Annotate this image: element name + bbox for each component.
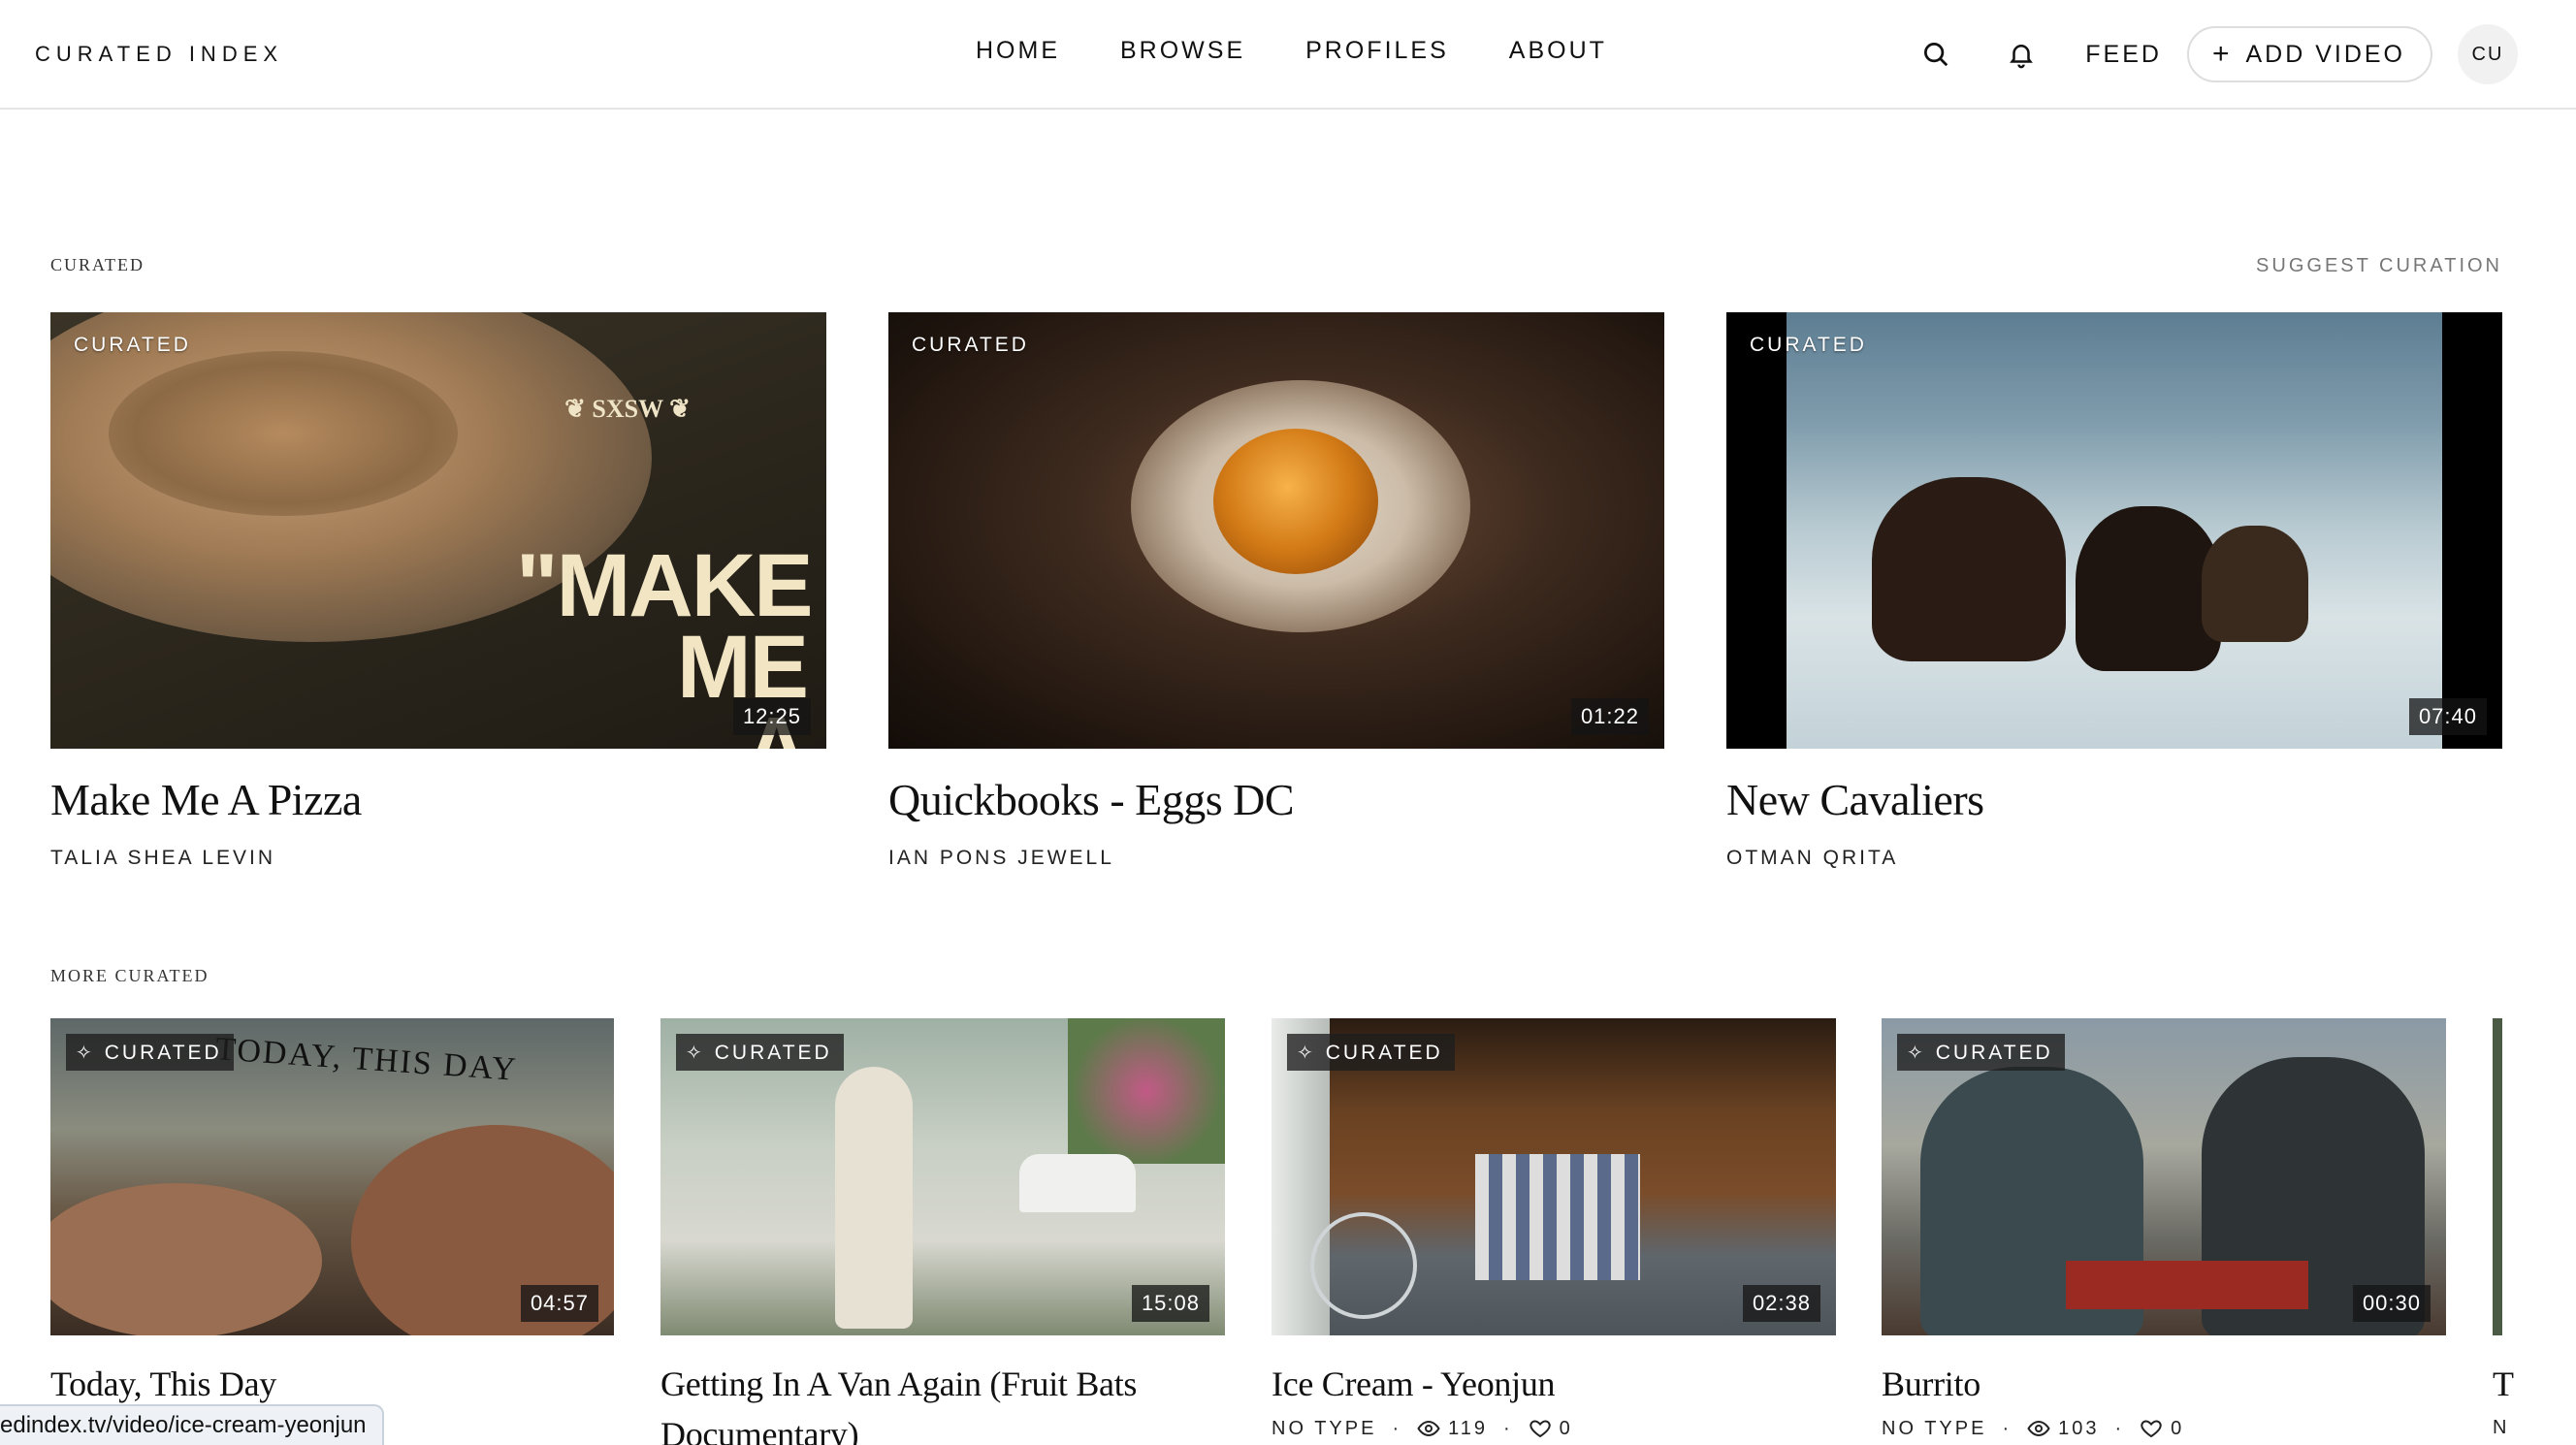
body-shape (50, 1183, 322, 1335)
video-duration: 04:57 (520, 1285, 598, 1322)
video-title[interactable]: T (2493, 1359, 2576, 1409)
bell-icon (2010, 45, 2034, 69)
figures-shape (109, 351, 458, 516)
view-count: 103 (2058, 1417, 2100, 1439)
curated-badge: ✧ CURATED (1897, 1034, 2065, 1071)
video-duration: 07:40 (2408, 698, 2487, 735)
sparkle-icon: ✧ (1297, 1043, 1316, 1064)
video-title[interactable]: New Cavaliers (1726, 774, 2502, 825)
video-title[interactable]: Getting In A Van Again (Fruit Bats Docum… (660, 1359, 1204, 1445)
status-bar-url: edindex.tv/video/ice-cream-yeonjun (0, 1404, 384, 1445)
main-nav: HOME BROWSE PROFILES ABOUT (976, 37, 1667, 65)
video-author[interactable]: OTMAN QRITA (1726, 847, 2502, 870)
curated-badge: ✧ CURATED (676, 1034, 844, 1071)
video-thumbnail[interactable] (2493, 1018, 2502, 1335)
notifications-button[interactable] (1992, 25, 2050, 83)
plus-icon: + (2211, 38, 2233, 70)
table-shape (2066, 1261, 2308, 1309)
video-meta: NO TYPE · 119 · 0 (1272, 1417, 1573, 1440)
nav-browse[interactable]: BROWSE (1120, 37, 1245, 65)
video-meta: NO TYPE · 103 · 0 (1882, 1417, 2185, 1440)
header-actions: FEED + ADD VIDEO CU (1907, 24, 2518, 84)
person-shape (835, 1067, 913, 1329)
like-count: 0 (2171, 1417, 2185, 1439)
video-type: NO TYPE (1882, 1417, 1987, 1439)
video-title[interactable]: Make Me A Pizza (50, 774, 826, 825)
suggest-curation-link[interactable]: SUGGEST CURATION (2256, 255, 2502, 277)
horse-shape (2202, 526, 2308, 642)
video-title[interactable]: Quickbooks - Eggs DC (888, 774, 1664, 825)
brand-logo[interactable]: CURATED INDEX (35, 42, 283, 67)
fan-shape (1310, 1212, 1417, 1319)
heart-icon[interactable] (1529, 1417, 1552, 1440)
curated-badge: CURATED (912, 334, 1029, 356)
video-thumbnail[interactable]: CURATED 07:40 (1726, 312, 2502, 749)
video-duration: 12:25 (732, 698, 811, 735)
video-card[interactable]: CURATED 07:40 New Cavaliers OTMAN QRITA (1726, 312, 2502, 870)
nav-about[interactable]: ABOUT (1509, 37, 1607, 65)
search-icon (1924, 43, 1948, 67)
video-title[interactable]: Burrito (1882, 1359, 2446, 1409)
video-thumbnail[interactable]: TODAY, THIS DAY ✧ CURATED 04:57 (50, 1018, 614, 1335)
video-thumbnail[interactable]: ✧ CURATED 15:08 (660, 1018, 1225, 1335)
egg-yolk-shape (1213, 429, 1378, 574)
handwritten-title-graphic: TODAY, THIS DAY (214, 1031, 519, 1088)
eye-icon (1417, 1420, 1440, 1437)
video-thumbnail[interactable]: ✧ CURATED 02:38 (1272, 1018, 1836, 1335)
view-count: 119 (1448, 1417, 1488, 1439)
video-type: NO TYPE (1272, 1417, 1377, 1439)
like-count: 0 (1559, 1417, 1573, 1439)
add-video-button[interactable]: + ADD VIDEO (2186, 26, 2432, 82)
user-avatar[interactable]: CU (2458, 24, 2518, 84)
video-thumbnail[interactable]: ❦ SXSW ❦ "MAKE MEA PIZZA" CURATED 12:25 (50, 312, 826, 749)
horse-shape (1872, 477, 2066, 661)
curated-badge: CURATED (1750, 334, 1867, 356)
video-card-partial[interactable]: T N (2493, 1018, 2576, 1439)
feed-link[interactable]: FEED (2085, 41, 2162, 69)
search-button[interactable] (1907, 25, 1965, 83)
video-thumbnail[interactable]: ✧ CURATED 00:30 (1882, 1018, 2446, 1335)
video-card[interactable]: CURATED 01:22 Quickbooks - Eggs DC IAN P… (888, 312, 1664, 870)
video-card[interactable]: ✧ CURATED 02:38 Ice Cream - Yeonjun NO TY… (1272, 1018, 1836, 1440)
video-duration: 01:22 (1570, 698, 1649, 735)
eye-icon (2027, 1420, 2050, 1437)
video-thumbnail[interactable]: CURATED 01:22 (888, 312, 1664, 749)
sparkle-icon: ✧ (1907, 1043, 1926, 1064)
section-label-more-curated: MORE CURATED (50, 966, 209, 985)
flowers-shape (1068, 1018, 1225, 1164)
video-card[interactable]: ✧ CURATED 00:30 Burrito NO TYPE · 103 · 0 (1882, 1018, 2446, 1440)
curated-badge: ✧ CURATED (66, 1034, 234, 1071)
dancers-shape (1475, 1154, 1640, 1280)
nav-profiles[interactable]: PROFILES (1305, 37, 1449, 65)
add-video-label: ADD VIDEO (2245, 40, 2405, 68)
mailbox-shape (1019, 1154, 1136, 1212)
video-duration: 00:30 (2352, 1285, 2431, 1322)
section-label-curated: CURATED (50, 255, 145, 274)
horse-shape (2076, 506, 2221, 671)
video-card[interactable]: TODAY, THIS DAY ✧ CURATED 04:57 Today, Th… (50, 1018, 614, 1409)
video-card[interactable]: ❦ SXSW ❦ "MAKE MEA PIZZA" CURATED 12:25 … (50, 312, 826, 870)
video-card[interactable]: ✧ CURATED 15:08 Getting In A Van Again (F… (660, 1018, 1225, 1445)
video-duration: 02:38 (1742, 1285, 1820, 1322)
sparkle-icon: ✧ (76, 1043, 95, 1064)
video-author[interactable]: IAN PONS JEWELL (888, 847, 1664, 870)
heart-icon[interactable] (2140, 1417, 2163, 1440)
curated-badge: ✧ CURATED (1287, 1034, 1455, 1071)
laurels-graphic: ❦ SXSW ❦ (564, 395, 691, 423)
video-duration: 15:08 (1131, 1285, 1209, 1322)
curated-badge: CURATED (74, 334, 191, 356)
video-title[interactable]: Ice Cream - Yeonjun (1272, 1359, 1836, 1409)
sparkle-icon: ✧ (686, 1043, 705, 1064)
video-title[interactable]: Today, This Day (50, 1359, 614, 1409)
video-author[interactable]: TALIA SHEA LEVIN (50, 847, 826, 870)
video-meta: N (2493, 1417, 2510, 1438)
nav-home[interactable]: HOME (976, 37, 1060, 65)
top-header: CURATED INDEX HOME BROWSE PROFILES ABOUT… (0, 0, 2576, 110)
